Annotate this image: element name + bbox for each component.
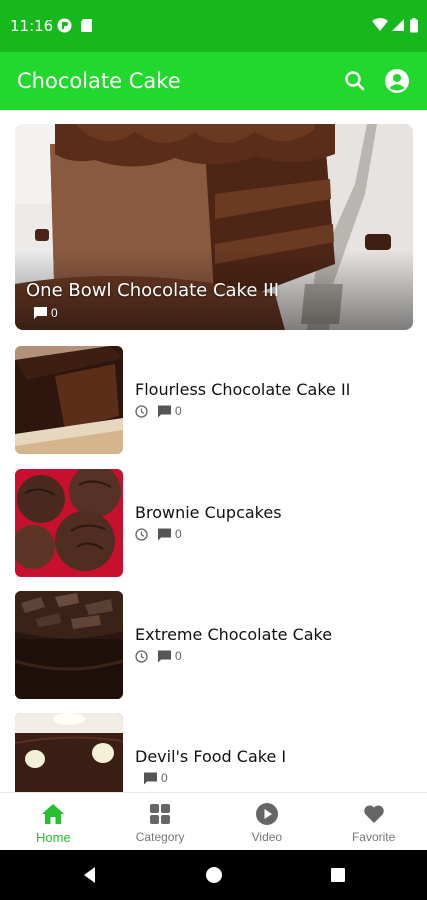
featured-recipe-card[interactable]: One Bowl Chocolate Cake III 0 [15, 124, 413, 330]
recipe-thumbnail [15, 713, 123, 792]
app-status-icon [57, 18, 72, 33]
featured-comment-count: 0 [34, 306, 58, 320]
comment-count: 0 [175, 404, 182, 418]
nav-video-label: Video [251, 830, 283, 844]
nav-video[interactable]: Video [214, 793, 321, 850]
battery-icon [410, 18, 418, 33]
status-bar: 11:16 [0, 0, 427, 52]
comment-icon [158, 405, 171, 417]
featured-recipe-title: One Bowl Chocolate Cake III [26, 280, 280, 301]
search-icon[interactable] [342, 68, 368, 94]
recents-button[interactable] [328, 865, 348, 885]
bottom-navigation: Home Category Video Favorite [0, 792, 427, 850]
nav-favorite-label: Favorite [351, 830, 396, 844]
comment-count: 0 [175, 649, 182, 663]
recipe-thumbnail [15, 346, 123, 454]
signal-icon [392, 19, 404, 31]
recipe-title: Brownie Cupcakes [135, 503, 282, 522]
comment-icon [34, 307, 47, 319]
comment-count: 0 [175, 527, 182, 541]
nav-category[interactable]: Category [107, 793, 214, 850]
app-bar: Chocolate Cake [0, 52, 427, 110]
recipe-meta: 0 [135, 404, 182, 418]
comment-icon [158, 650, 171, 662]
clock-icon [135, 404, 148, 418]
recipe-thumbnail [15, 469, 123, 577]
recipe-title: Flourless Chocolate Cake II [135, 380, 351, 399]
video-icon [255, 803, 278, 825]
recipe-list-item[interactable]: Extreme Chocolate Cake 0 [0, 591, 427, 701]
recipe-list-item[interactable]: Brownie Cupcakes 0 [0, 469, 427, 579]
recipe-title: Extreme Chocolate Cake [135, 625, 333, 644]
category-icon [150, 804, 171, 824]
recipe-list-item[interactable]: Flourless Chocolate Cake II 0 [0, 346, 427, 456]
sd-card-icon [81, 19, 92, 32]
home-icon [42, 804, 65, 824]
comment-count: 0 [161, 771, 168, 785]
account-icon[interactable] [384, 68, 410, 94]
recipe-list-item[interactable]: Devil's Food Cake I 0 [0, 713, 427, 792]
heart-icon [363, 805, 384, 823]
status-time: 11:16 [10, 17, 54, 35]
home-button[interactable] [204, 865, 224, 885]
nav-home-label: Home [36, 830, 71, 845]
comment-count: 0 [51, 306, 58, 320]
page-title: Chocolate Cake [17, 69, 181, 93]
comment-icon [144, 772, 157, 784]
clock-icon [135, 649, 148, 663]
comment-icon [158, 528, 171, 540]
recipe-title: Devil's Food Cake I [135, 747, 287, 766]
recipe-meta: 0 [135, 771, 168, 785]
recipe-meta: 0 [135, 649, 182, 663]
back-button[interactable] [80, 865, 100, 885]
system-navigation-bar [0, 850, 427, 900]
recipe-thumbnail [15, 591, 123, 699]
wifi-icon [372, 18, 388, 31]
clock-icon [135, 527, 148, 541]
recipe-feed: One Bowl Chocolate Cake III 0 Flourless … [0, 110, 427, 792]
nav-home[interactable]: Home [0, 793, 107, 850]
recipe-meta: 0 [135, 527, 182, 541]
nav-category-label: Category [135, 830, 185, 844]
nav-favorite[interactable]: Favorite [320, 793, 427, 850]
